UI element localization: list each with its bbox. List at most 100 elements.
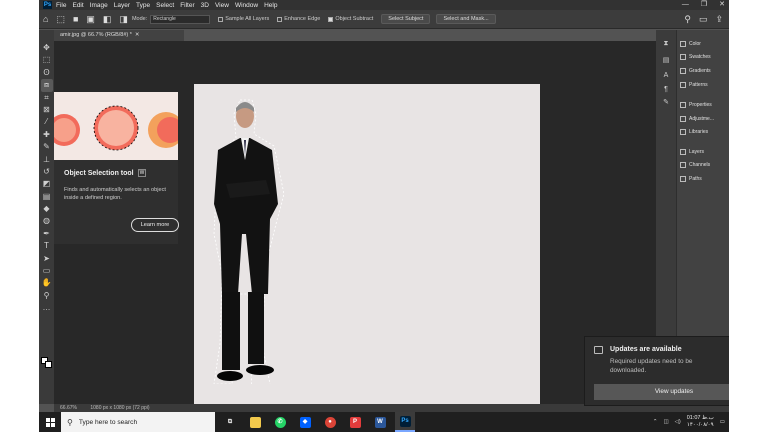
view-updates-button[interactable]: View updates [594, 384, 729, 400]
panel-label: Adjustme... [689, 116, 715, 122]
enhance-edge-checkbox[interactable]: Enhance Edge [277, 16, 320, 22]
eraser-tool-icon[interactable]: ◩ [41, 178, 53, 190]
menu-window[interactable]: Window [235, 2, 258, 9]
frame-tool-icon[interactable]: ⊠ [41, 104, 53, 116]
blur-tool-icon[interactable]: ◆ [41, 203, 53, 215]
panel-channels[interactable]: Channels [680, 162, 710, 168]
brush-settings-icon[interactable]: ✎ [661, 98, 671, 108]
task-view-icon[interactable]: ⧉ [220, 412, 240, 432]
clone-stamp-tool-icon[interactable]: ⊥ [41, 154, 53, 166]
menu-view[interactable]: View [215, 2, 229, 9]
tooltip-title-row: Object Selection tool W [64, 169, 178, 177]
move-tool-icon[interactable]: ✥ [41, 42, 53, 54]
pen-tool-icon[interactable]: ✒ [41, 228, 53, 240]
tooltip-preview-image [54, 92, 178, 160]
clock[interactable]: 01:07 ب.ظ ۱۴۰۰/۰۸/۰۹ [687, 415, 714, 429]
maximize-button[interactable]: ❐ [701, 0, 707, 10]
minimize-button[interactable]: — [682, 0, 689, 10]
mode-select[interactable]: Rectangle [150, 14, 211, 24]
select-subject-button[interactable]: Select Subject [381, 14, 431, 24]
document-size-info[interactable]: 1080 px x 1080 px (72 ppi) [90, 405, 149, 411]
intersect-selection-icon[interactable]: ◨ [119, 14, 128, 25]
lasso-tool-icon[interactable]: ʘ [41, 67, 53, 79]
dropbox-icon[interactable]: ◆ [295, 412, 315, 432]
menu-help[interactable]: Help [264, 2, 277, 9]
panel-gradients[interactable]: Gradients [680, 68, 711, 74]
tray-chevron-icon[interactable]: ⌃ [653, 419, 658, 425]
history-panel-icon[interactable]: ⧗ [661, 40, 671, 50]
app-p-icon[interactable]: P [345, 412, 365, 432]
network-icon[interactable]: ◫ [663, 419, 668, 425]
add-to-selection-icon[interactable]: ▣ [86, 14, 95, 25]
close-button[interactable]: ✕ [719, 0, 725, 10]
subtract-from-selection-icon[interactable]: ◧ [103, 14, 112, 25]
panel-paths[interactable]: Paths [680, 176, 702, 182]
panel-patterns[interactable]: Patterns [680, 82, 708, 88]
taskbar-search-box[interactable]: ⚲ Type here to search [61, 412, 215, 432]
clock-date: ۱۴۰۰/۰۸/۰۹ [686, 422, 714, 428]
dodge-tool-icon[interactable]: ◍ [41, 215, 53, 227]
menu-layer[interactable]: Layer [114, 2, 130, 9]
panel-libraries[interactable]: Libraries [680, 129, 708, 135]
crop-tool-icon[interactable]: ⌗ [41, 92, 53, 104]
healing-brush-tool-icon[interactable]: ✚ [41, 129, 53, 141]
document-canvas[interactable] [194, 84, 540, 429]
panel-label: Color [689, 41, 701, 47]
tooltip-title: Object Selection tool [64, 169, 134, 177]
workspace-icon[interactable]: ▭ [699, 14, 708, 25]
close-tab-icon[interactable]: ✕ [135, 32, 140, 38]
new-selection-icon[interactable]: ■ [73, 14, 78, 24]
home-icon[interactable]: ⌂ [43, 14, 48, 24]
start-button[interactable] [39, 412, 61, 432]
panel-color[interactable]: Color [680, 41, 701, 47]
share-icon[interactable]: ⇪ [715, 14, 723, 25]
notifications-icon[interactable]: ▭ [720, 419, 725, 425]
panel-properties[interactable]: Properties [680, 102, 712, 108]
eyedropper-tool-icon[interactable]: ⁄ [41, 116, 53, 128]
whatsapp-icon[interactable]: ✆ [270, 412, 290, 432]
word-icon[interactable]: W [370, 412, 390, 432]
panel-layers[interactable]: Layers [680, 149, 704, 155]
menu-3d[interactable]: 3D [201, 2, 209, 9]
menu-type[interactable]: Type [136, 2, 150, 9]
panel-swatches[interactable]: Swatches [680, 54, 711, 60]
path-selection-tool-icon[interactable]: ➤ [41, 253, 53, 265]
learn-more-button[interactable]: Learn more [131, 218, 179, 232]
marquee-tool-icon[interactable]: ⬚ [41, 54, 53, 66]
shape-tool-icon[interactable]: ▭ [41, 265, 53, 277]
object-selection-tool-icon[interactable]: ⧈ [40, 79, 53, 92]
photoshop-window: Ps File Edit Image Layer Type Select Fil… [39, 0, 729, 432]
menu-filter[interactable]: Filter [180, 2, 194, 9]
properties-small-icon[interactable]: ▤ [661, 56, 671, 66]
gradient-tool-icon[interactable]: ▤ [41, 191, 53, 203]
search-icon[interactable]: ⚲ [684, 14, 691, 25]
zoom-tool-icon[interactable]: ⚲ [41, 290, 53, 302]
menu-select[interactable]: Select [156, 2, 174, 9]
file-explorer-icon[interactable] [245, 412, 265, 432]
sample-all-layers-checkbox[interactable]: Sample All Layers [218, 16, 269, 22]
layers-panel-icon [680, 149, 686, 155]
select-and-mask-button[interactable]: Select and Mask... [436, 14, 496, 24]
notification-title: Updates are available [610, 346, 682, 353]
tooltip-shortcut: W [137, 169, 147, 177]
photoshop-taskbar-icon[interactable]: Ps [395, 412, 415, 432]
menu-edit[interactable]: Edit [72, 2, 83, 9]
object-selection-preset-icon[interactable]: ⬚ [56, 14, 65, 25]
volume-icon[interactable]: ◁) [675, 419, 681, 425]
background-color-swatch[interactable] [45, 361, 52, 368]
hand-tool-icon[interactable]: ✋ [41, 277, 53, 289]
channels-panel-icon [680, 162, 686, 168]
menu-image[interactable]: Image [90, 2, 108, 9]
menu-file[interactable]: File [56, 2, 66, 9]
character-panel-icon[interactable]: A [661, 72, 671, 82]
more-tools-icon[interactable]: … [41, 302, 53, 314]
document-tab[interactable]: amir.jpg @ 66.7% (RGB/8#) * ✕ [54, 30, 184, 41]
paragraph-panel-icon[interactable]: ¶ [661, 86, 671, 96]
panel-adjustments[interactable]: Adjustme... [680, 116, 714, 122]
zoom-level[interactable]: 66.67% [60, 405, 77, 411]
chrome-icon[interactable]: ● [320, 412, 340, 432]
brush-tool-icon[interactable]: ✎ [41, 141, 53, 153]
object-subtract-checkbox[interactable]: Object Subtract [328, 16, 373, 22]
type-tool-icon[interactable]: T [41, 240, 53, 252]
history-brush-tool-icon[interactable]: ↺ [41, 166, 53, 178]
